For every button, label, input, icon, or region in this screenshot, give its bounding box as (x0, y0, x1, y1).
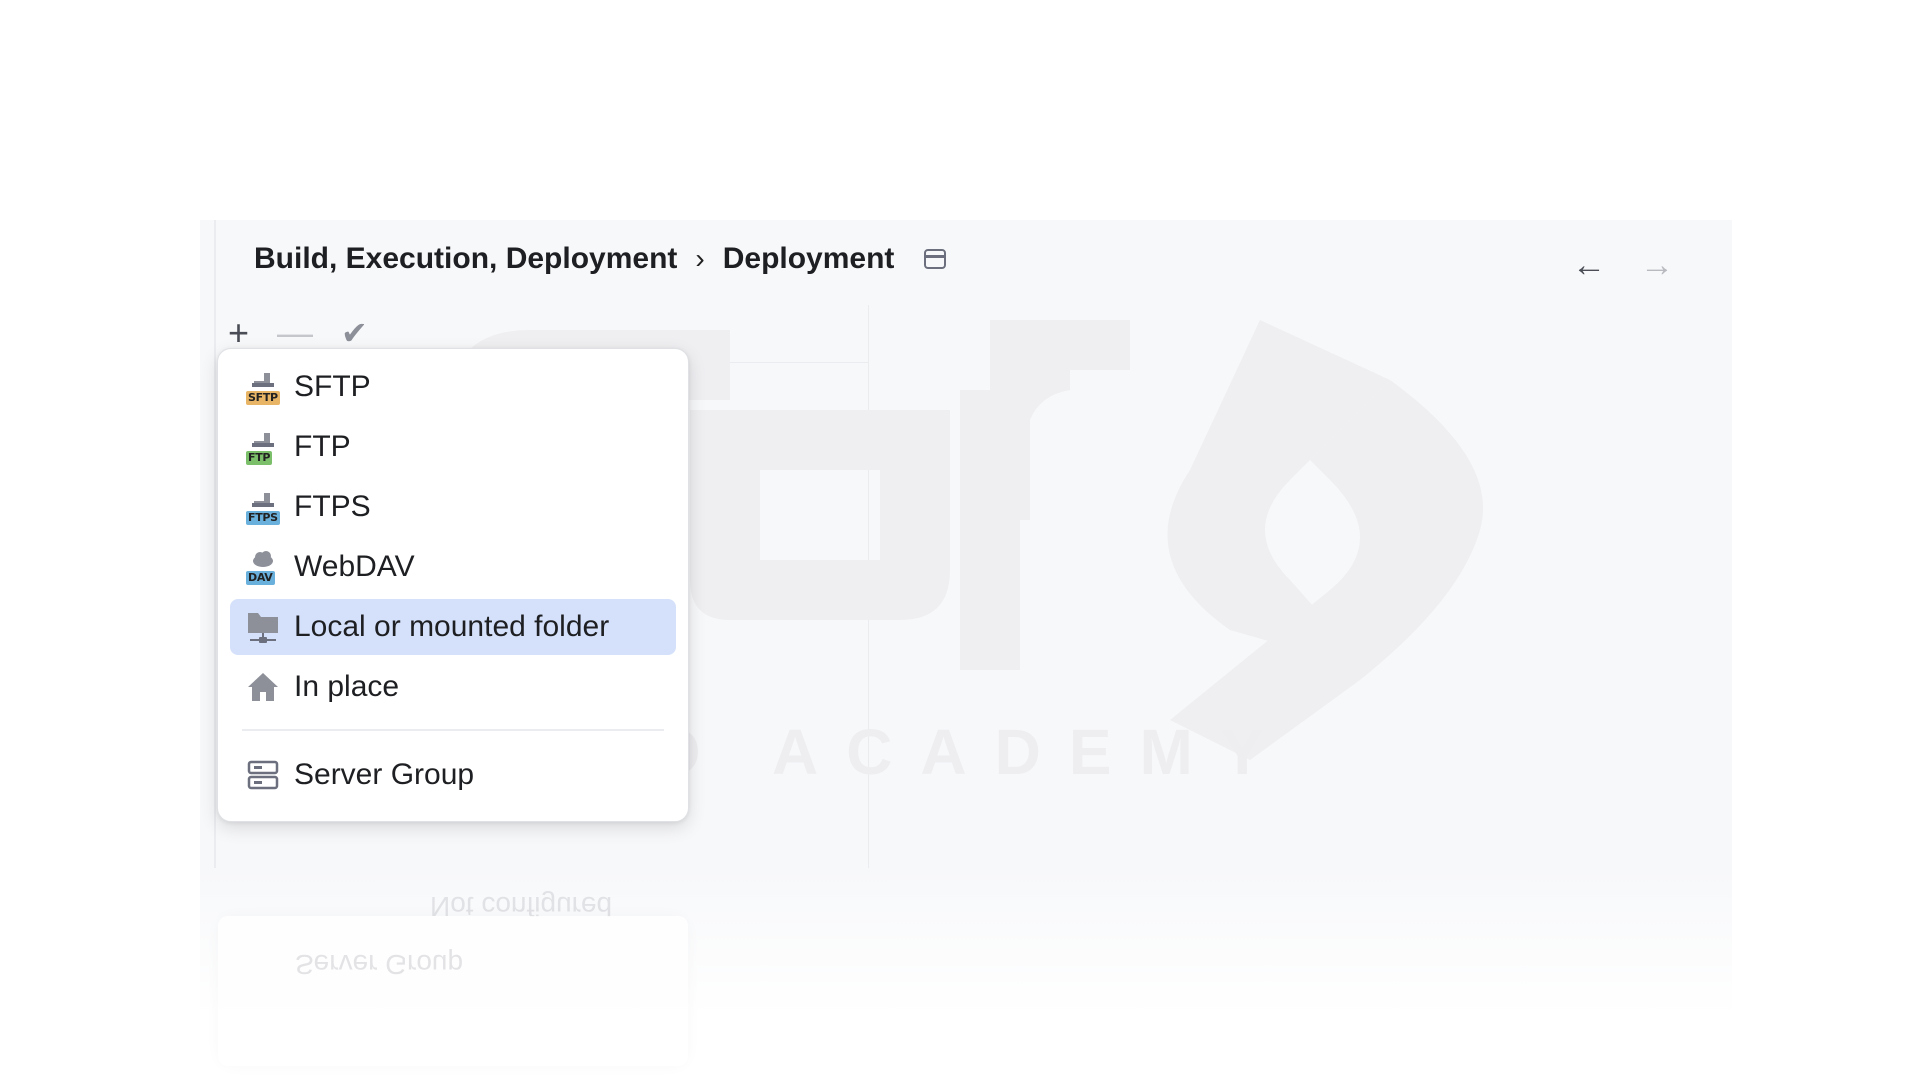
menu-item-label: FTPS (294, 490, 371, 523)
menu-item-label: FTP (294, 430, 351, 463)
reflected-menu (218, 916, 688, 1066)
webdav-icon: DAV (246, 549, 280, 585)
back-arrow-icon[interactable]: ← (1572, 246, 1606, 285)
panel-divider (868, 305, 869, 915)
menu-item-label: SFTP (294, 370, 371, 403)
add-server-popup-menu: SFTP SFTP FTP FTP FTPS FTPS DAV WebDAV L… (217, 348, 689, 822)
window-icon[interactable] (924, 249, 947, 269)
menu-item-webdav[interactable]: DAV WebDAV (230, 539, 676, 595)
forward-arrow-icon[interactable]: → (1640, 246, 1674, 285)
ftp-tag: FTP (246, 451, 273, 465)
ftp-icon: FTP (246, 429, 280, 465)
server-group-icon (246, 757, 280, 793)
sftp-tag: SFTP (246, 391, 280, 405)
list-header-divider (690, 362, 868, 363)
menu-separator (242, 729, 664, 731)
menu-item-label: WebDAV (294, 550, 415, 583)
menu-item-sftp[interactable]: SFTP SFTP (230, 359, 676, 415)
folder-icon (246, 609, 280, 645)
ftps-icon: FTPS (246, 489, 280, 525)
breadcrumb-current: Deployment (722, 242, 895, 275)
menu-item-label: Server Group (294, 758, 475, 791)
menu-item-ftps[interactable]: FTPS FTPS (230, 479, 676, 535)
breadcrumb-separator: › (695, 243, 705, 274)
menu-item-label: Local or mounted folder (294, 610, 610, 643)
menu-item-server-group[interactable]: Server Group (230, 747, 676, 803)
ftps-tag: FTPS (246, 511, 280, 525)
panel-reflection: Not configured Server Group (200, 868, 1732, 1080)
breadcrumb: Build, Execution, Deployment › Deploymen… (254, 242, 947, 276)
home-icon (246, 669, 280, 705)
dav-tag: DAV (246, 571, 275, 585)
menu-item-label: In place (294, 670, 400, 703)
menu-item-ftp[interactable]: FTP FTP (230, 419, 676, 475)
nav-arrows: ← → (1572, 246, 1674, 285)
menu-item-in-place[interactable]: In place (230, 659, 676, 715)
checkmark-icon[interactable]: ✔ (341, 314, 368, 352)
sftp-icon: SFTP (246, 369, 280, 405)
reflected-server-group-label: Server Group (295, 949, 464, 980)
menu-item-local-folder[interactable]: Local or mounted folder (230, 599, 676, 655)
screen: ATRO ACADEMY Build, Execution, Deploymen… (0, 0, 1920, 1080)
panel-edge (214, 220, 216, 920)
breadcrumb-parent[interactable]: Build, Execution, Deployment (254, 242, 677, 276)
